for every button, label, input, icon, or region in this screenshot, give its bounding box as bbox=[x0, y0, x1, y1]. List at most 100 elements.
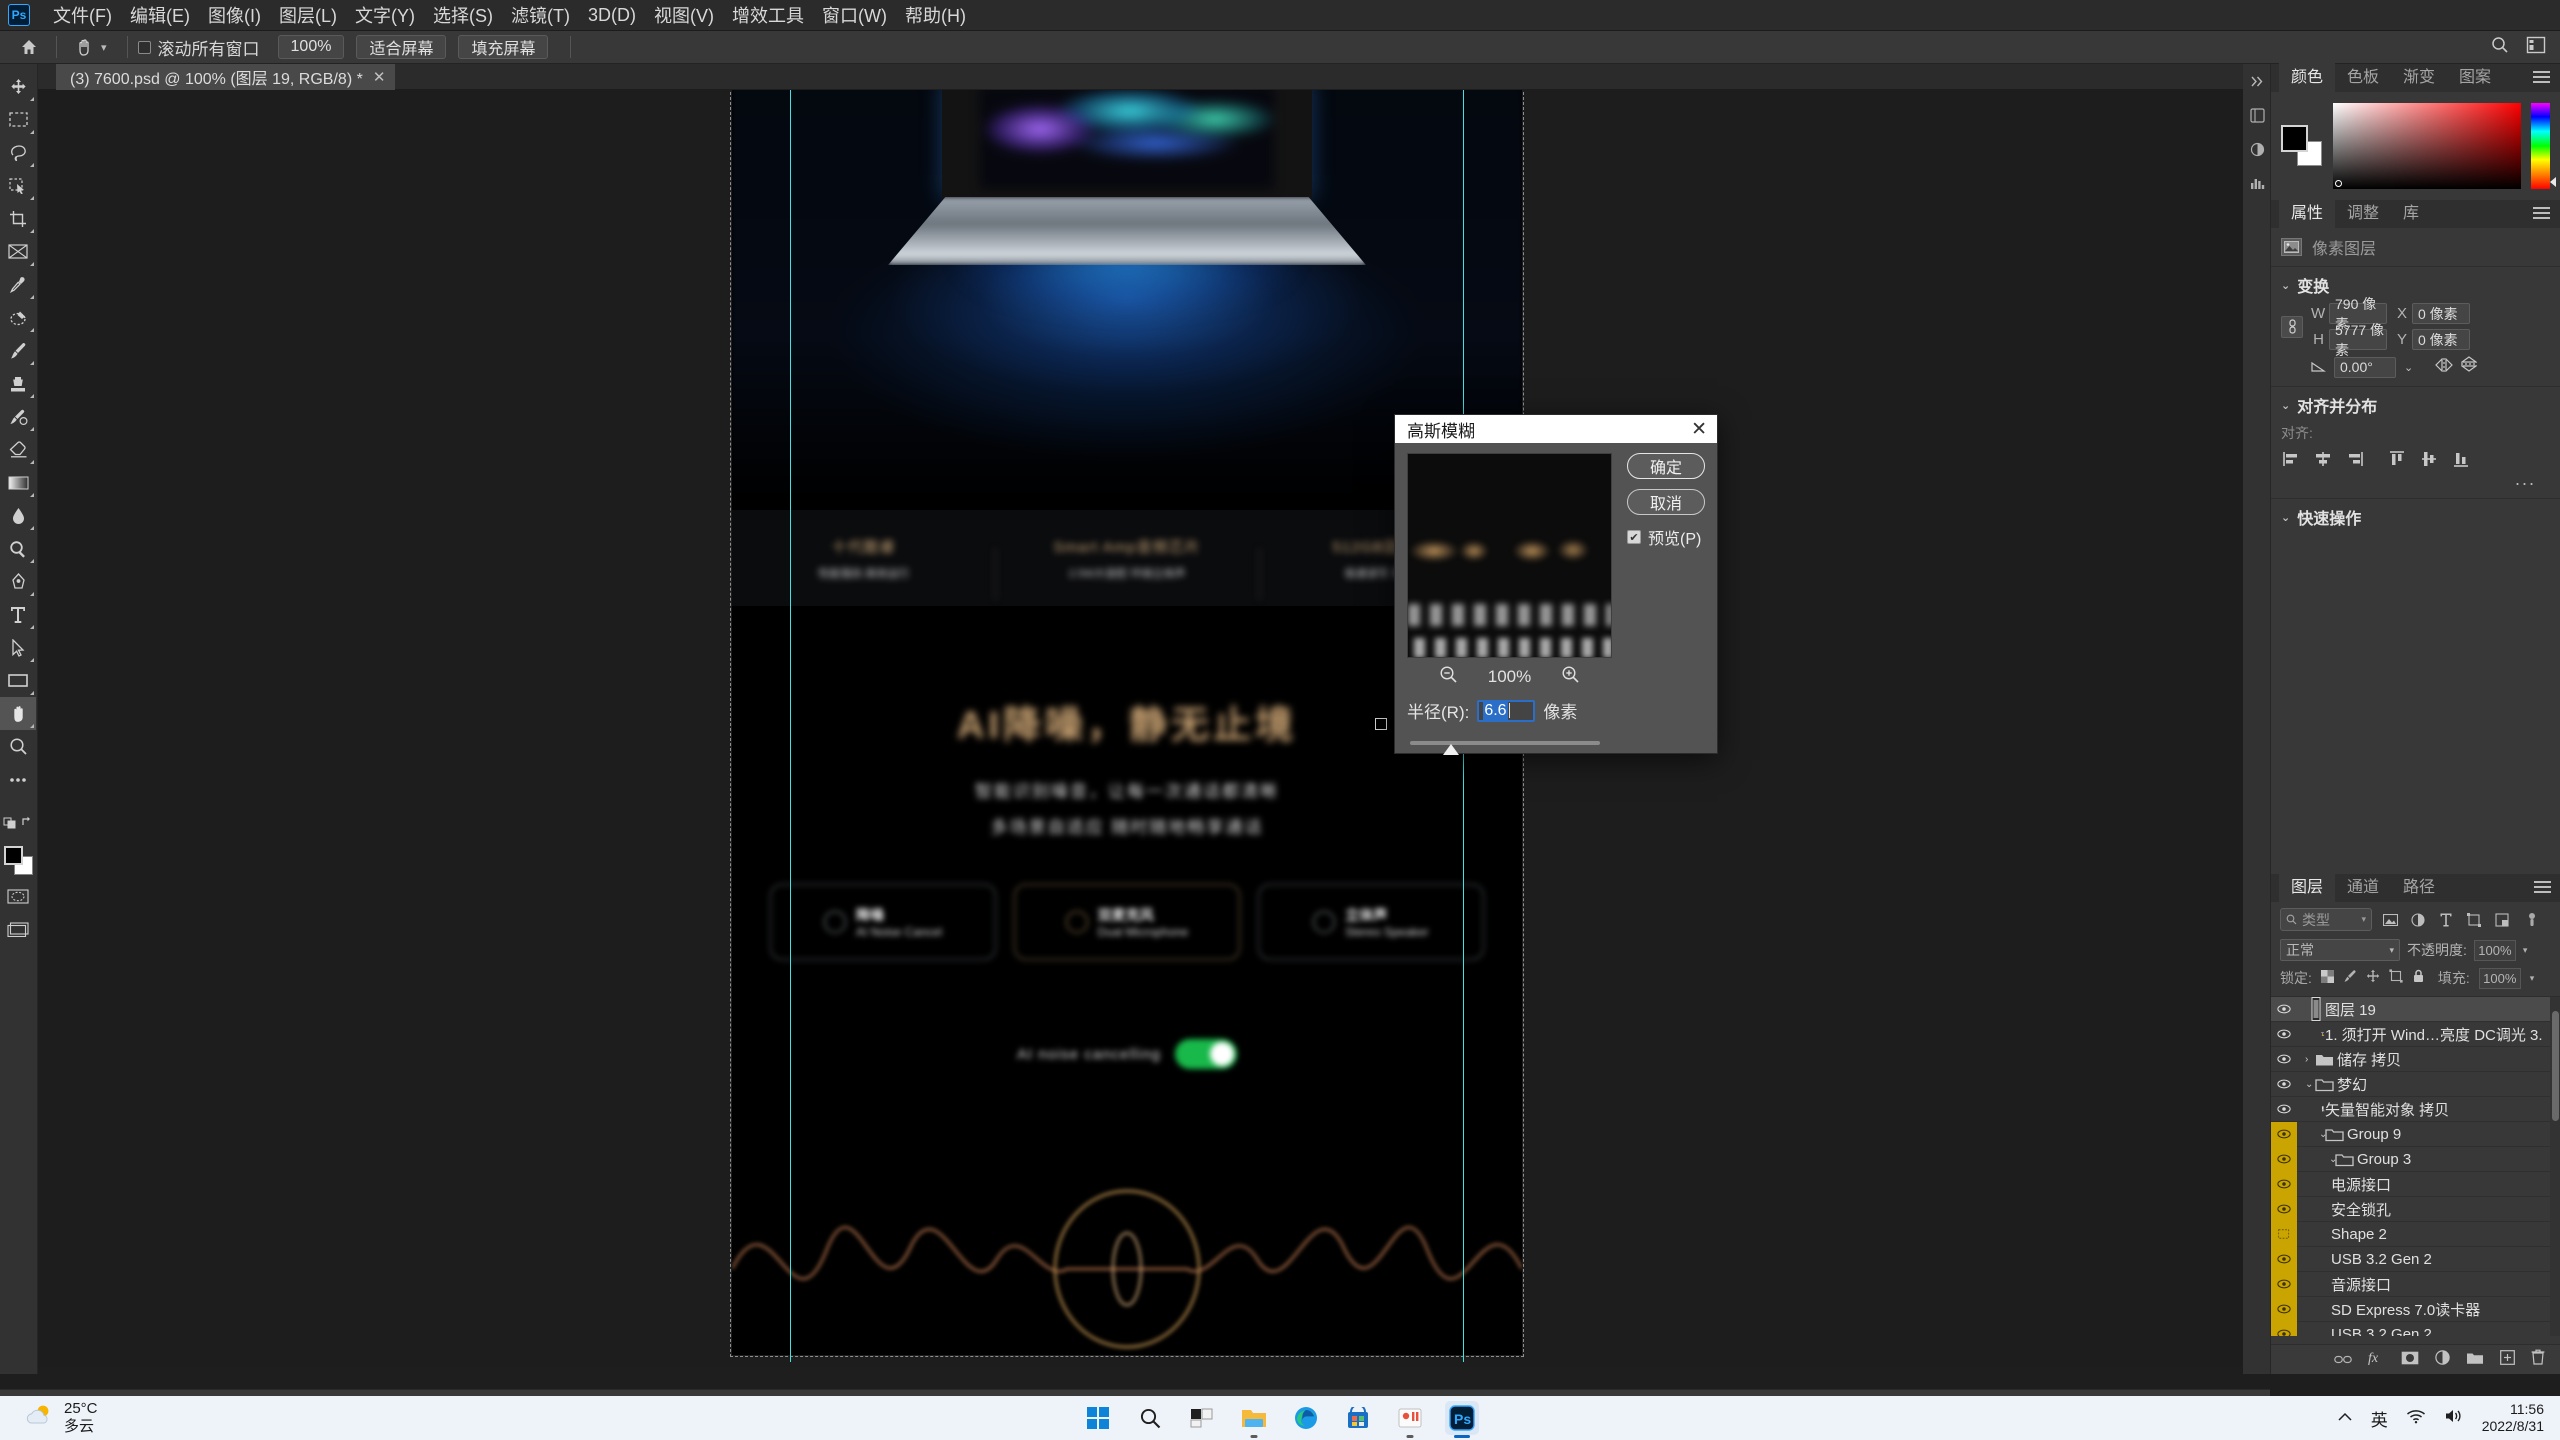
tab-swatches[interactable]: 色板 bbox=[2335, 59, 2391, 92]
group-expand-toggle[interactable]: ⌄ bbox=[2297, 1129, 2327, 1140]
table-row[interactable]: 1. 须打开 Wind…亮度 DC调光 3. bbox=[2271, 1022, 2560, 1047]
zoom-out-icon[interactable] bbox=[1439, 665, 1458, 689]
spot-healing-brush-tool[interactable] bbox=[0, 301, 36, 334]
fit-screen-button[interactable]: 适合屏幕 bbox=[356, 35, 447, 59]
layer-visibility-toggle[interactable] bbox=[2271, 1221, 2297, 1247]
chevron-up-icon[interactable] bbox=[2337, 1410, 2353, 1427]
folder-icon[interactable] bbox=[2311, 1048, 2337, 1070]
lasso-tool[interactable] bbox=[0, 136, 36, 169]
fill-screen-button[interactable]: 填充屏幕 bbox=[458, 35, 549, 59]
media-button[interactable] bbox=[1393, 1401, 1427, 1438]
radius-input[interactable]: 6.6 bbox=[1477, 699, 1536, 722]
store-button[interactable] bbox=[1341, 1401, 1375, 1435]
start-button[interactable] bbox=[1081, 1401, 1115, 1435]
table-row[interactable]: ⌄ 梦幻 bbox=[2271, 1072, 2560, 1097]
layer-list-scrollbar[interactable] bbox=[2550, 997, 2560, 1336]
gaussian-blur-dialog[interactable]: 高斯模糊 ✕ 100% 半径(R): 6.6 像素 确定 取消 ✔ 预览(P) bbox=[1394, 414, 1718, 755]
tab-libraries[interactable]: 库 bbox=[2391, 195, 2431, 228]
lock-transparent-icon[interactable] bbox=[2320, 967, 2334, 989]
folder-icon[interactable] bbox=[2331, 1148, 2357, 1170]
filter-toggle-icon[interactable] bbox=[2520, 910, 2540, 930]
task-view-button[interactable] bbox=[1185, 1401, 1219, 1435]
color-field[interactable] bbox=[2333, 103, 2521, 189]
adjustments-rail-icon[interactable] bbox=[2243, 132, 2271, 166]
fill-input[interactable]: 100% bbox=[2478, 967, 2521, 989]
hue-strip[interactable] bbox=[2531, 103, 2556, 189]
link-layers-icon[interactable] bbox=[2334, 1349, 2352, 1371]
slider-knob[interactable] bbox=[1443, 744, 1459, 755]
ok-button[interactable]: 确定 bbox=[1627, 453, 1705, 479]
table-row[interactable]: 音源接口 bbox=[2271, 1271, 2560, 1297]
fx-icon[interactable]: fx bbox=[2368, 1349, 2385, 1371]
layer-name[interactable]: 储存 拷贝 bbox=[2337, 1049, 2401, 1070]
tab-layers[interactable]: 图层 bbox=[2279, 869, 2336, 902]
align-top-icon[interactable] bbox=[2387, 449, 2407, 469]
menu-type[interactable]: 文字(Y) bbox=[346, 0, 424, 31]
table-row[interactable]: USB 3.2 Gen 2 bbox=[2271, 1246, 2560, 1272]
flip-vertical-icon[interactable] bbox=[2460, 356, 2479, 378]
scroll-all-windows-checkbox[interactable] bbox=[137, 40, 151, 54]
lock-position-icon[interactable] bbox=[2366, 967, 2380, 989]
photoshop-button[interactable]: Ps bbox=[1445, 1401, 1479, 1438]
menu-help[interactable]: 帮助(H) bbox=[896, 0, 975, 31]
tab-patterns[interactable]: 图案 bbox=[2447, 59, 2503, 92]
layer-visibility-toggle[interactable] bbox=[2271, 1271, 2297, 1297]
group-expand-toggle[interactable]: ⌄ bbox=[2297, 1154, 2337, 1165]
zoom-tool[interactable] bbox=[0, 730, 36, 763]
table-row[interactable]: 图层 19 bbox=[2271, 997, 2560, 1022]
opacity-input[interactable]: 100% bbox=[2473, 939, 2516, 961]
type-warning-thumbnail[interactable] bbox=[2299, 1298, 2331, 1320]
layer-name[interactable]: Group 9 bbox=[2347, 1126, 2401, 1143]
table-row[interactable]: › 储存 拷贝 bbox=[2271, 1047, 2560, 1072]
eraser-tool[interactable] bbox=[0, 433, 36, 466]
align-bottom-icon[interactable] bbox=[2451, 449, 2471, 469]
layer-visibility-toggle[interactable] bbox=[2271, 1196, 2297, 1222]
chevron-down-icon[interactable]: ⌄ bbox=[2281, 279, 2290, 292]
menu-view[interactable]: 视图(V) bbox=[645, 0, 723, 31]
home-icon[interactable] bbox=[12, 34, 46, 60]
layer-thumbnail[interactable] bbox=[2299, 1023, 2325, 1045]
close-icon[interactable]: ✕ bbox=[1691, 418, 1707, 441]
table-row[interactable]: USB 3.2 Gen 2 bbox=[2271, 1321, 2560, 1337]
dialog-title-bar[interactable]: 高斯模糊 ✕ bbox=[1395, 415, 1717, 443]
layer-thumbnail[interactable] bbox=[2299, 997, 2325, 1021]
angle-input[interactable]: 0.00° bbox=[2334, 356, 2396, 378]
layer-visibility-toggle[interactable] bbox=[2271, 1121, 2297, 1147]
blend-mode-select[interactable]: 正常 ▾ bbox=[2280, 939, 2400, 961]
menu-image[interactable]: 图像(I) bbox=[199, 0, 270, 31]
panel-menu-icon[interactable] bbox=[2533, 71, 2550, 86]
delete-layer-icon[interactable] bbox=[2531, 1349, 2545, 1371]
smart-object-filter-icon[interactable] bbox=[2492, 910, 2512, 930]
layer-visibility-toggle[interactable] bbox=[2271, 1146, 2297, 1172]
new-group-icon[interactable] bbox=[2466, 1349, 2484, 1371]
tab-adjustments[interactable]: 调整 bbox=[2335, 195, 2391, 228]
x-input[interactable]: 0 像素 bbox=[2412, 303, 2470, 324]
layer-name[interactable]: 梦幻 bbox=[2337, 1074, 2367, 1095]
type-warning-thumbnail[interactable] bbox=[2299, 1273, 2331, 1295]
layer-name[interactable]: 矢量智能对象 拷贝 bbox=[2325, 1099, 2449, 1120]
smart-object-thumbnail[interactable] bbox=[2299, 1098, 2325, 1120]
move-tool[interactable] bbox=[0, 70, 36, 103]
ime-indicator[interactable]: 英 bbox=[2371, 1406, 2388, 1431]
frame-tool[interactable] bbox=[0, 235, 36, 268]
panel-menu-icon[interactable] bbox=[2534, 881, 2551, 896]
foreground-background-swatch[interactable] bbox=[0, 842, 36, 880]
scrollbar-thumb[interactable] bbox=[2552, 1011, 2559, 1121]
table-row[interactable]: 安全锁孔 bbox=[2271, 1196, 2560, 1222]
layer-name[interactable]: USB 3.2 Gen 2 bbox=[2331, 1326, 2432, 1337]
collapse-panels-icon[interactable] bbox=[2243, 64, 2271, 98]
layer-visibility-toggle[interactable] bbox=[2271, 1296, 2297, 1322]
layer-visibility-toggle[interactable] bbox=[2271, 1072, 2297, 1097]
adjustment-filter-icon[interactable] bbox=[2408, 910, 2428, 930]
tool-preset-chevron-icon[interactable]: ▾ bbox=[101, 41, 107, 54]
layer-visibility-toggle[interactable] bbox=[2271, 1097, 2297, 1122]
cancel-button[interactable]: 取消 bbox=[1627, 489, 1705, 515]
lock-artboard-icon[interactable] bbox=[2389, 967, 2403, 989]
crop-tool[interactable] bbox=[0, 202, 36, 235]
blur-preview[interactable] bbox=[1407, 453, 1612, 658]
group-expand-toggle[interactable]: ⌄ bbox=[2297, 1079, 2313, 1090]
quick-actions-header[interactable]: ⌄ 快速操作 bbox=[2281, 505, 2550, 529]
layer-visibility-toggle[interactable] bbox=[2271, 1246, 2297, 1272]
align-center-v-icon[interactable] bbox=[2419, 449, 2439, 469]
marquee-tool[interactable] bbox=[0, 103, 36, 136]
